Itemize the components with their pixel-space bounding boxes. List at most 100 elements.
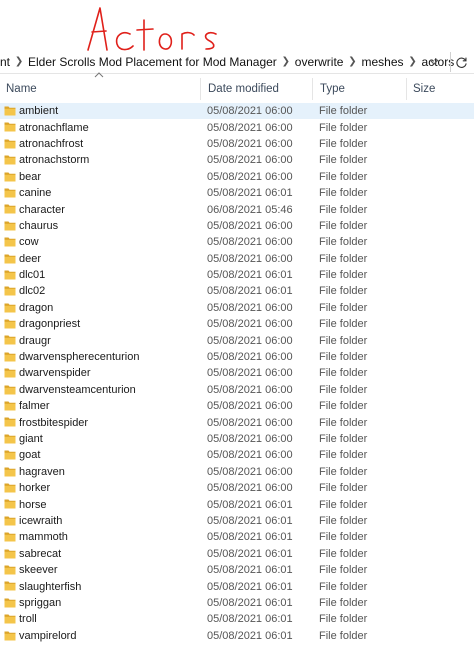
list-item[interactable]: troll 05/08/2021 06:01 File folder bbox=[0, 611, 474, 627]
list-item[interactable]: atronachstorm 05/08/2021 06:00 File folder bbox=[0, 152, 474, 168]
file-name: atronachfrost bbox=[19, 137, 84, 150]
file-name: skeever bbox=[19, 564, 58, 577]
file-date-modified: 05/08/2021 06:00 bbox=[207, 137, 293, 150]
list-item[interactable]: skeever 05/08/2021 06:01 File folder bbox=[0, 562, 474, 578]
list-item[interactable]: canine 05/08/2021 06:01 File folder bbox=[0, 185, 474, 201]
list-item[interactable]: spriggan 05/08/2021 06:01 File folder bbox=[0, 595, 474, 611]
folder-icon bbox=[4, 122, 16, 132]
folder-icon bbox=[4, 368, 16, 378]
file-name: horker bbox=[19, 482, 51, 495]
list-item[interactable]: falmer 05/08/2021 06:00 File folder bbox=[0, 398, 474, 414]
breadcrumb-item[interactable]: Elder Scrolls Mod Placement for Mod Mana… bbox=[26, 55, 279, 69]
refresh-icon[interactable] bbox=[450, 52, 472, 72]
file-type: File folder bbox=[319, 596, 368, 609]
file-name: bear bbox=[19, 170, 42, 183]
list-item[interactable]: hagraven 05/08/2021 06:00 File folder bbox=[0, 464, 474, 480]
list-item[interactable]: vampirelord 05/08/2021 06:01 File folder bbox=[0, 628, 474, 644]
column-header-date-modified[interactable]: Date modified bbox=[200, 78, 312, 100]
file-date-modified: 05/08/2021 06:00 bbox=[207, 154, 293, 167]
list-item[interactable]: dlc02 05/08/2021 06:01 File folder bbox=[0, 283, 474, 299]
list-item[interactable]: horse 05/08/2021 06:01 File folder bbox=[0, 496, 474, 512]
list-item[interactable]: dragonpriest 05/08/2021 06:00 File folder bbox=[0, 316, 474, 332]
file-date-modified: 05/08/2021 06:01 bbox=[207, 514, 293, 527]
breadcrumb-item[interactable]: meshes bbox=[359, 55, 405, 69]
chevron-down-icon[interactable] bbox=[426, 54, 442, 70]
list-item[interactable]: atronachflame 05/08/2021 06:00 File folder bbox=[0, 119, 474, 135]
file-name: spriggan bbox=[19, 596, 62, 609]
file-name: cow bbox=[19, 236, 39, 249]
list-item[interactable]: bear 05/08/2021 06:00 File folder bbox=[0, 169, 474, 185]
file-name: dragon bbox=[19, 301, 54, 314]
file-date-modified: 05/08/2021 06:00 bbox=[207, 170, 293, 183]
column-header-size[interactable]: Size bbox=[406, 78, 474, 100]
list-item[interactable]: horker 05/08/2021 06:00 File folder bbox=[0, 480, 474, 496]
folder-icon bbox=[4, 270, 16, 280]
file-type: File folder bbox=[319, 252, 368, 265]
file-date-modified: 05/08/2021 06:00 bbox=[207, 383, 293, 396]
breadcrumb-item[interactable]: nt bbox=[0, 55, 12, 69]
list-item[interactable]: dwarvenspherecenturion 05/08/2021 06:00 Fi… bbox=[0, 349, 474, 365]
folder-icon bbox=[4, 237, 16, 247]
chevron-right-icon: ❯ bbox=[281, 56, 290, 67]
file-name: dragonpriest bbox=[19, 318, 81, 331]
list-item[interactable]: dwarvenspider 05/08/2021 06:00 File folder bbox=[0, 365, 474, 381]
file-name: dwarvenspider bbox=[19, 367, 91, 380]
file-date-modified: 05/08/2021 06:01 bbox=[207, 547, 293, 560]
list-item[interactable]: dwarvensteamcenturion 05/08/2021 06:00 Fil… bbox=[0, 382, 474, 398]
file-date-modified: 05/08/2021 06:00 bbox=[207, 105, 293, 118]
folder-icon bbox=[4, 172, 16, 182]
file-name: hagraven bbox=[19, 465, 65, 478]
list-item[interactable]: slaughterfish 05/08/2021 06:01 File folder bbox=[0, 578, 474, 594]
file-type: File folder bbox=[319, 318, 368, 331]
list-item[interactable]: giant 05/08/2021 06:00 File folder bbox=[0, 431, 474, 447]
file-type: File folder bbox=[319, 187, 368, 200]
file-type: File folder bbox=[319, 170, 368, 183]
folder-icon bbox=[4, 385, 16, 395]
file-name: dlc01 bbox=[19, 269, 46, 282]
file-type: File folder bbox=[319, 613, 368, 626]
column-header-type[interactable]: Type bbox=[312, 78, 406, 100]
list-item[interactable]: dragon 05/08/2021 06:00 File folder bbox=[0, 300, 474, 316]
folder-icon bbox=[4, 319, 16, 329]
breadcrumb: nt ❯ Elder Scrolls Mod Placement for Mod… bbox=[0, 50, 474, 74]
file-date-modified: 05/08/2021 06:01 bbox=[207, 531, 293, 544]
folder-icon bbox=[4, 598, 16, 608]
folder-icon bbox=[4, 254, 16, 264]
column-header-name[interactable]: Name bbox=[6, 78, 200, 100]
file-date-modified: 05/08/2021 06:01 bbox=[207, 580, 293, 593]
list-item[interactable]: cow 05/08/2021 06:00 File folder bbox=[0, 234, 474, 250]
chevron-right-icon: ❯ bbox=[408, 56, 417, 67]
file-type: File folder bbox=[319, 433, 368, 445]
list-item[interactable]: ambient 05/08/2021 06:00 File folder bbox=[0, 103, 474, 120]
list-item[interactable]: chaurus 05/08/2021 06:00 File folder bbox=[0, 218, 474, 234]
file-type: File folder bbox=[319, 564, 368, 577]
file-date-modified: 05/08/2021 06:00 bbox=[207, 416, 293, 429]
list-item[interactable]: sabrecat 05/08/2021 06:01 File folder bbox=[0, 546, 474, 562]
breadcrumb-item[interactable]: overwrite bbox=[293, 55, 346, 69]
file-name: atronachstorm bbox=[19, 154, 90, 167]
list-item[interactable]: deer 05/08/2021 06:00 File folder bbox=[0, 251, 474, 267]
list-item[interactable]: mammoth 05/08/2021 06:01 File folder bbox=[0, 529, 474, 545]
file-type: File folder bbox=[319, 547, 368, 560]
chevron-right-icon: ❯ bbox=[348, 56, 357, 67]
file-date-modified: 05/08/2021 06:01 bbox=[207, 187, 293, 200]
list-item[interactable]: goat 05/08/2021 06:00 File folder bbox=[0, 447, 474, 463]
file-date-modified: 05/08/2021 06:01 bbox=[207, 498, 293, 511]
list-item[interactable]: draugr 05/08/2021 06:00 File folder bbox=[0, 332, 474, 348]
file-date-modified: 06/08/2021 05:46 bbox=[207, 203, 293, 216]
list-item[interactable]: dlc01 05/08/2021 06:01 File folder bbox=[0, 267, 474, 283]
file-date-modified: 05/08/2021 06:00 bbox=[207, 252, 293, 265]
list-item[interactable]: atronachfrost 05/08/2021 06:00 File folder bbox=[0, 136, 474, 152]
folder-icon bbox=[4, 499, 16, 509]
file-date-modified: 05/08/2021 06:00 bbox=[207, 334, 293, 347]
handwritten-annotation bbox=[60, 0, 240, 56]
folder-icon bbox=[4, 221, 16, 231]
file-type: File folder bbox=[319, 465, 368, 478]
chevron-right-icon: ❯ bbox=[14, 56, 24, 67]
list-item[interactable]: icewraith 05/08/2021 06:01 File folder bbox=[0, 513, 474, 529]
file-date-modified: 05/08/2021 06:00 bbox=[207, 318, 293, 331]
folder-icon bbox=[4, 614, 16, 624]
list-item[interactable]: frostbitespider 05/08/2021 06:00 File fold… bbox=[0, 414, 474, 430]
file-type: File folder bbox=[319, 482, 368, 495]
list-item[interactable]: character 06/08/2021 05:46 File folder bbox=[0, 201, 474, 217]
